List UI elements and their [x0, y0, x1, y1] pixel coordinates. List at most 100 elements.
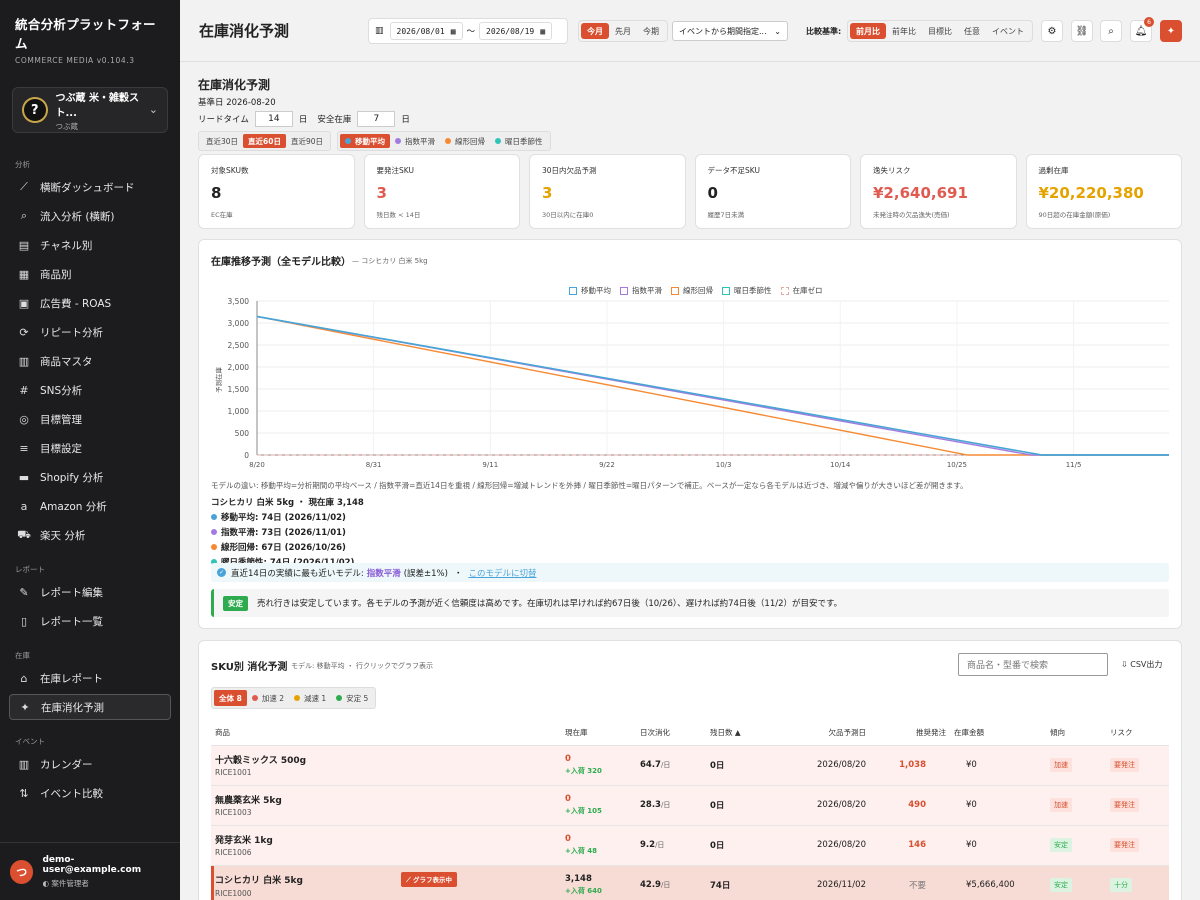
date-to-input[interactable]: 2026/08/19 ▦	[479, 22, 553, 40]
risk-cell: 要発注	[1106, 785, 1169, 826]
magic-wand-button[interactable]: ✦	[1160, 20, 1182, 42]
model-tab[interactable]: 線形回帰	[440, 134, 490, 148]
column-header[interactable]: 傾向	[1046, 721, 1106, 746]
stable-badge: 安定	[223, 595, 248, 611]
sidebar-item-label: 在庫レポート	[40, 672, 103, 685]
forecast-row: 指数平滑: 73日 (2026/11/01)	[211, 526, 364, 538]
target-icon: ◎	[19, 412, 29, 426]
compare-tab[interactable]: 前月比	[850, 23, 886, 39]
download-icon: ⇩	[1121, 660, 1131, 669]
settings-button[interactable]: ⚙	[1041, 20, 1063, 42]
sidebar-item[interactable]: ▣ 広告費 - ROAS	[9, 290, 171, 316]
sidebar-item[interactable]: # SNS分析	[9, 377, 171, 403]
compare-tab[interactable]: 目標比	[922, 23, 958, 39]
kpi-value: 3	[376, 184, 387, 202]
sidebar-item[interactable]: ⟳ リピート分析	[9, 319, 171, 345]
table-row[interactable]: 十六穀ミックス 500g RICE1001 0 +入荷 320 64.7/日 0日 2026…	[211, 745, 1169, 786]
store-switcher[interactable]: ? つぶ蔵 米・雑穀スト... つぶ蔵 ⌄	[12, 87, 168, 133]
sidebar-item[interactable]: ▬ Shopify 分析	[9, 464, 171, 490]
sidebar-item[interactable]: ▤ チャネル別	[9, 232, 171, 258]
share-link-button[interactable]: ⛓	[1071, 20, 1093, 42]
nav-group-label: 在庫	[15, 651, 30, 660]
safety-stock-label: 安全在庫	[317, 115, 352, 125]
trend-badge: 安定	[1050, 838, 1072, 852]
model-tab-label: 曜日季節性	[505, 136, 543, 146]
range-tab[interactable]: 直近30日	[201, 134, 243, 148]
model-tab[interactable]: 移動平均	[340, 134, 391, 148]
period-tab[interactable]: 今月	[581, 23, 609, 39]
model-tab[interactable]: 指数平滑	[390, 134, 440, 148]
column-header[interactable]: 現在庫	[561, 721, 636, 746]
kpi-label: 対象SKU数	[211, 166, 249, 175]
stock-cell: 0 +入荷 320	[561, 745, 636, 786]
x-tick-label: 10/3	[716, 461, 732, 469]
sidebar-item-label: チャネル別	[40, 239, 93, 252]
stock-cell: 0 +入荷 105	[561, 785, 636, 826]
kpi-card: 30日内欠品予測 3 30日以内に在庫0	[529, 154, 686, 229]
model-tab[interactable]: 曜日季節性	[490, 134, 548, 148]
y-tick-label: 1,500	[228, 385, 250, 394]
risk-cell: 要発注	[1106, 825, 1169, 866]
column-header[interactable]: リスク	[1106, 721, 1169, 746]
sidebar-item[interactable]: ⇅ イベント比較	[9, 780, 171, 806]
column-header[interactable]: 欠品予測日	[778, 721, 870, 746]
base-date: 基準日 2026-08-20	[198, 98, 276, 108]
compare-tab[interactable]: イベント	[986, 23, 1030, 39]
period-tab[interactable]: 今期	[637, 23, 665, 39]
notifications-button[interactable]: 🔔︎ 6	[1130, 17, 1154, 42]
table-title: SKU別 消化予測	[211, 662, 288, 673]
days-left: 0日	[706, 745, 778, 786]
sku-search-input[interactable]: 商品名・型番で検索	[958, 653, 1108, 676]
lead-time-label: リードタイム	[198, 115, 249, 125]
period-tab[interactable]: 先月	[609, 23, 637, 39]
sidebar-item[interactable]: ⛟ 楽天 分析	[9, 522, 171, 548]
compare-tab[interactable]: 任意	[958, 23, 986, 39]
compare-tab[interactable]: 前年比	[886, 23, 922, 39]
csv-export-button[interactable]: ⇩ CSV出力	[1121, 659, 1162, 670]
lead-time-input[interactable]: 14	[254, 111, 293, 127]
sidebar-item[interactable]: ⌂ 在庫レポート	[9, 665, 171, 691]
switch-model-link[interactable]: このモデルに切替	[468, 567, 536, 579]
kpi-sub: 未発注時の欠品逸失(売価)	[873, 211, 950, 219]
stability-text: 売れ行きは安定しています。各モデルの予測が近く信頼度は高めです。在庫切れは早けれ…	[257, 599, 843, 609]
safety-stock-input[interactable]: 7	[357, 111, 396, 127]
column-header[interactable]: 日次消化	[636, 721, 706, 746]
sidebar-item[interactable]: ▯ レポート一覧	[9, 608, 171, 634]
trend-filter[interactable]: 加速 2	[247, 690, 289, 706]
column-header[interactable]: 在庫金額	[950, 721, 1046, 746]
kpi-sub: 30日以内に在庫0	[542, 211, 594, 219]
trend-filter[interactable]: 減速 1	[289, 690, 331, 706]
trend-filter[interactable]: 全体 8	[214, 690, 247, 706]
table-row[interactable]: 発芽玄米 1kg RICE1006 0 +入荷 48 9.2/日 0日 2026/08/20…	[211, 825, 1169, 866]
y-tick-label: 1,000	[228, 407, 250, 416]
trend-filter[interactable]: 安定 5	[331, 690, 373, 706]
range-tab[interactable]: 直近90日	[286, 134, 328, 148]
sidebar-item[interactable]: ✦ 在庫消化予測	[9, 694, 171, 720]
date-from-input[interactable]: 2026/08/01 ▦	[389, 22, 463, 40]
sidebar-item[interactable]: ⟋ 横断ダッシュボード	[9, 174, 171, 200]
column-header[interactable]: 推奨発注	[870, 721, 950, 746]
user-menu[interactable]: つ demo-user@example.com ◐ 案件管理者	[0, 842, 180, 900]
search-button[interactable]: ⌕	[1100, 20, 1122, 42]
sidebar-item[interactable]: ≡ 目標設定	[9, 435, 171, 461]
stockout-date: 2026/08/20	[778, 745, 870, 786]
series-line	[256, 315, 1169, 456]
sidebar-item[interactable]: ▥ 商品マスタ	[9, 348, 171, 374]
sidebar-item[interactable]: ▥ カレンダー	[9, 751, 171, 777]
trend-filters: 全体 8 加速 2 減速 1 安定 5	[211, 687, 377, 709]
event-period-select[interactable]: イベントから期間指定... ⌄	[672, 21, 788, 41]
daily-value: 9.2	[640, 840, 656, 850]
sidebar-item[interactable]: ▦ 商品別	[9, 261, 171, 287]
compare-icon: ⇅	[19, 786, 29, 800]
range-tab[interactable]: 直近60日	[243, 134, 286, 148]
best-model-name[interactable]: 指数平滑	[367, 567, 401, 579]
sidebar-item[interactable]: ⌕ 流入分析 (横断)	[9, 203, 171, 229]
column-header[interactable]: 残日数 ▲	[706, 721, 778, 746]
sidebar-item[interactable]: a Amazon 分析	[9, 493, 171, 519]
column-header[interactable]: 商品	[211, 721, 561, 746]
kpi-sub: EC在庫	[211, 211, 233, 219]
table-row[interactable]: 無農薬玄米 5kg RICE1003 0 +入荷 105 28.3/日 0日 2026/08…	[211, 785, 1169, 826]
sidebar-item[interactable]: ◎ 目標管理	[9, 406, 171, 432]
sidebar-item[interactable]: ✎ レポート編集	[9, 579, 171, 605]
table-row[interactable]: コシヒカリ 白米 5kg ⟋ グラフ表示中 RICE1000 3,148 +入荷 640…	[211, 865, 1169, 900]
